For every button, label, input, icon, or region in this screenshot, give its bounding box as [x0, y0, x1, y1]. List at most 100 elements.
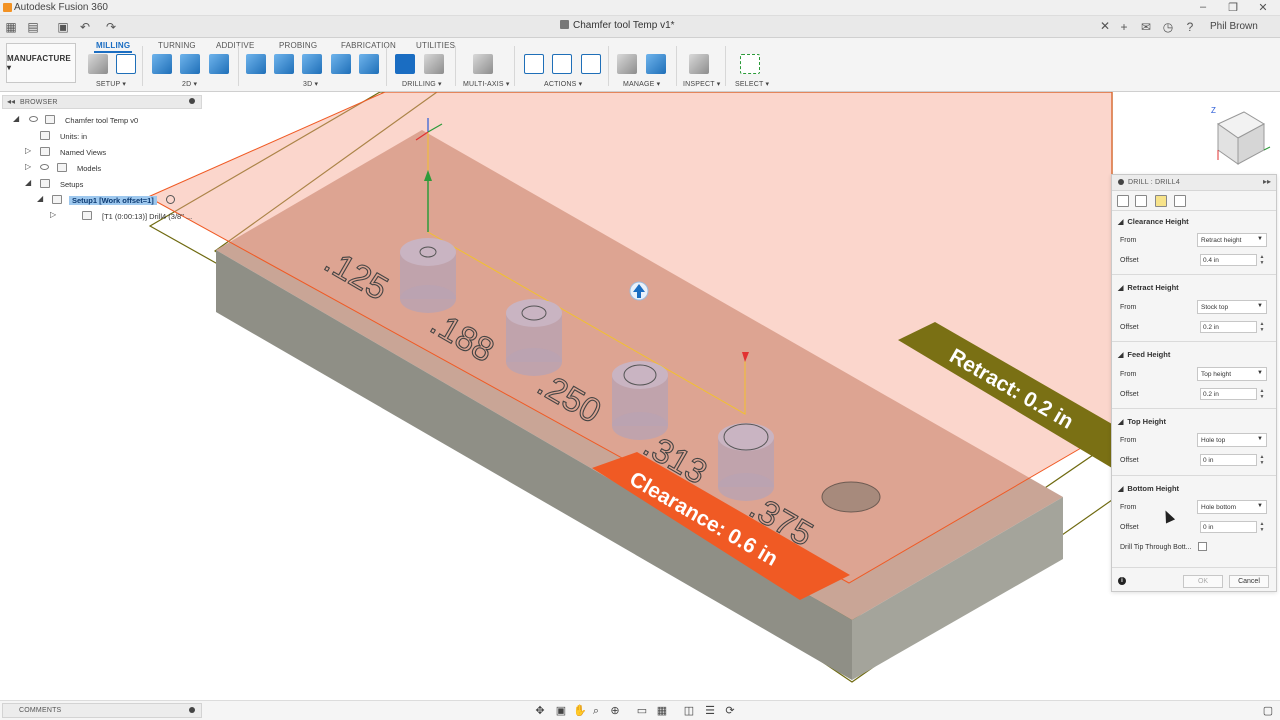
layout-icon[interactable]: ☰ [704, 705, 716, 717]
expand-icon[interactable]: ▷ [50, 210, 56, 219]
2d-adaptive-icon[interactable] [152, 54, 172, 74]
tree-item-drill4[interactable]: ▷ [T1 (0:00:13)] Drill4 (3/8" ... [2, 209, 202, 223]
section-retract-height[interactable]: ◢ Retract Height [1118, 283, 1179, 292]
help-icon[interactable]: ? [1183, 20, 1197, 34]
new-folder-icon[interactable] [88, 54, 108, 74]
multi-axis-icon[interactable] [473, 54, 493, 74]
file-menu-icon[interactable]: ▤ [26, 20, 40, 34]
feed-from-select[interactable]: Top height ▼ [1197, 367, 1267, 381]
collapse-icon[interactable]: ◂◂ [7, 97, 15, 106]
group-drilling[interactable]: DRILLING ▾ [402, 80, 442, 88]
expand-icon[interactable]: ▷ [25, 146, 31, 155]
info-icon[interactable]: i [1118, 577, 1126, 585]
scallop-icon[interactable] [359, 54, 379, 74]
look-at-icon[interactable]: ▣ [555, 705, 567, 717]
collapse-icon[interactable]: ◢ [1118, 219, 1123, 226]
feed-offset-input[interactable]: 0.2 in [1200, 388, 1257, 400]
collapse-icon[interactable]: ◢ [1118, 285, 1123, 292]
new-setup-icon[interactable] [116, 54, 136, 74]
section-top-height[interactable]: ◢ Top Height [1118, 417, 1166, 426]
retract-offset-input[interactable]: 0.2 in [1200, 321, 1257, 333]
collapse-icon[interactable]: ◢ [37, 194, 43, 203]
expand-icon[interactable]: ▷ [25, 162, 31, 171]
setup-sheet-icon[interactable] [581, 54, 601, 74]
tree-item-models[interactable]: ▷ Models [2, 161, 202, 175]
tab-turning[interactable]: TURNING [158, 41, 196, 50]
measure-icon[interactable] [689, 54, 709, 74]
app-grid-icon[interactable]: ▦ [4, 20, 18, 34]
bottom-offset-input[interactable]: 0 in [1200, 521, 1257, 533]
save-icon[interactable]: ▣ [56, 20, 70, 34]
tab-tool-icon[interactable] [1117, 195, 1129, 207]
tab-cycle-icon[interactable] [1174, 195, 1186, 207]
tree-item-setups[interactable]: ◢ Setups [2, 177, 202, 191]
offset-stepper-icon[interactable]: ▲ ▼ [1257, 521, 1267, 533]
offset-stepper-icon[interactable]: ▲ ▼ [1257, 254, 1267, 266]
parallel-icon[interactable] [302, 54, 322, 74]
new-tab-icon[interactable]: + [1117, 20, 1131, 34]
panel-header[interactable]: DRILL : DRILL4 ▸▸ [1112, 175, 1276, 191]
section-clearance-height[interactable]: ◢ Clearance Height [1118, 217, 1189, 226]
comments-panel[interactable]: COMMENTS [2, 703, 202, 718]
tab-milling[interactable]: MILLING [93, 41, 133, 53]
refresh-icon[interactable]: ⟳ [724, 705, 736, 717]
clearance-from-select[interactable]: Retract height ▼ [1197, 233, 1267, 247]
view-cube[interactable]: Z [1204, 104, 1274, 174]
drill-icon[interactable] [395, 54, 415, 74]
simulate-icon[interactable] [524, 54, 544, 74]
tab-fabrication[interactable]: FABRICATION [341, 41, 396, 50]
group-manage[interactable]: MANAGE ▾ [623, 80, 660, 88]
ok-button[interactable]: OK [1183, 575, 1223, 588]
collapse-icon[interactable]: ◢ [1118, 419, 1123, 426]
chat-icon[interactable]: ▢ [1262, 705, 1274, 717]
viewports-icon[interactable]: ◫ [683, 705, 695, 717]
minimize-icon[interactable]: – [1188, 1, 1218, 13]
offset-stepper-icon[interactable]: ▲ ▼ [1257, 454, 1267, 466]
zoom-icon[interactable]: ⌕ [590, 705, 602, 717]
collapse-icon[interactable]: ◢ [1118, 352, 1123, 359]
visibility-eye-icon[interactable] [40, 164, 49, 170]
thread-icon[interactable] [424, 54, 444, 74]
tab-additive[interactable]: ADDITIVE [216, 41, 255, 50]
notifications-icon[interactable]: ✉ [1139, 20, 1153, 34]
contour-icon[interactable] [331, 54, 351, 74]
pin-icon[interactable] [189, 98, 195, 104]
close-window-icon[interactable]: ✕ [1248, 1, 1278, 14]
retract-from-select[interactable]: Stock top ▼ [1197, 300, 1267, 314]
tree-item-named-views[interactable]: ▷ Named Views [2, 145, 202, 159]
collapse-icon[interactable]: ◢ [1118, 486, 1123, 493]
browser-header[interactable]: ◂◂ BROWSER [2, 95, 202, 109]
tab-utilities[interactable]: UTILITIES [416, 41, 455, 50]
workspace-switcher[interactable]: MANUFACTURE ▾ [6, 43, 76, 83]
group-inspect[interactable]: INSPECT ▾ [683, 80, 720, 88]
undo-icon[interactable]: ↶ [78, 20, 92, 34]
offset-stepper-icon[interactable]: ▲ ▼ [1257, 388, 1267, 400]
expand-icon[interactable]: ◢ [13, 114, 19, 123]
tab-probing[interactable]: PROBING [279, 41, 317, 50]
pan-icon[interactable]: ✋ [573, 705, 587, 717]
bottom-from-select[interactable]: Hole bottom ▼ [1197, 500, 1267, 514]
orbit-icon[interactable]: ✥ [534, 705, 546, 717]
top-offset-input[interactable]: 0 in [1200, 454, 1257, 466]
fit-icon[interactable]: ⊕ [609, 705, 621, 717]
restore-icon[interactable]: ❐ [1218, 1, 1248, 14]
expand-panel-icon[interactable]: ▸▸ [1263, 177, 1271, 186]
group-3d[interactable]: 3D ▾ [303, 80, 318, 88]
drill-tip-checkbox[interactable] [1198, 542, 1207, 551]
tab-heights-icon[interactable] [1155, 195, 1167, 207]
tree-item-units[interactable]: Units: in [2, 129, 202, 143]
group-2d[interactable]: 2D ▾ [182, 80, 197, 88]
post-process-icon[interactable] [552, 54, 572, 74]
redo-icon[interactable]: ↷ [104, 20, 118, 34]
group-setup[interactable]: SETUP ▾ [96, 80, 126, 88]
section-feed-height[interactable]: ◢ Feed Height [1118, 350, 1170, 359]
face-icon[interactable] [209, 54, 229, 74]
activate-setup-icon[interactable] [166, 195, 175, 204]
job-status-icon[interactable]: ◷ [1161, 20, 1175, 34]
top-from-select[interactable]: Hole top ▼ [1197, 433, 1267, 447]
tree-item-setup1[interactable]: ◢ Setup1 [Work offset=1] [2, 193, 202, 207]
user-name[interactable]: Phil Brown [1210, 21, 1258, 32]
grid-icon[interactable]: ▦ [656, 705, 668, 717]
3d-adaptive-icon[interactable] [246, 54, 266, 74]
visibility-eye-icon[interactable] [29, 116, 38, 122]
